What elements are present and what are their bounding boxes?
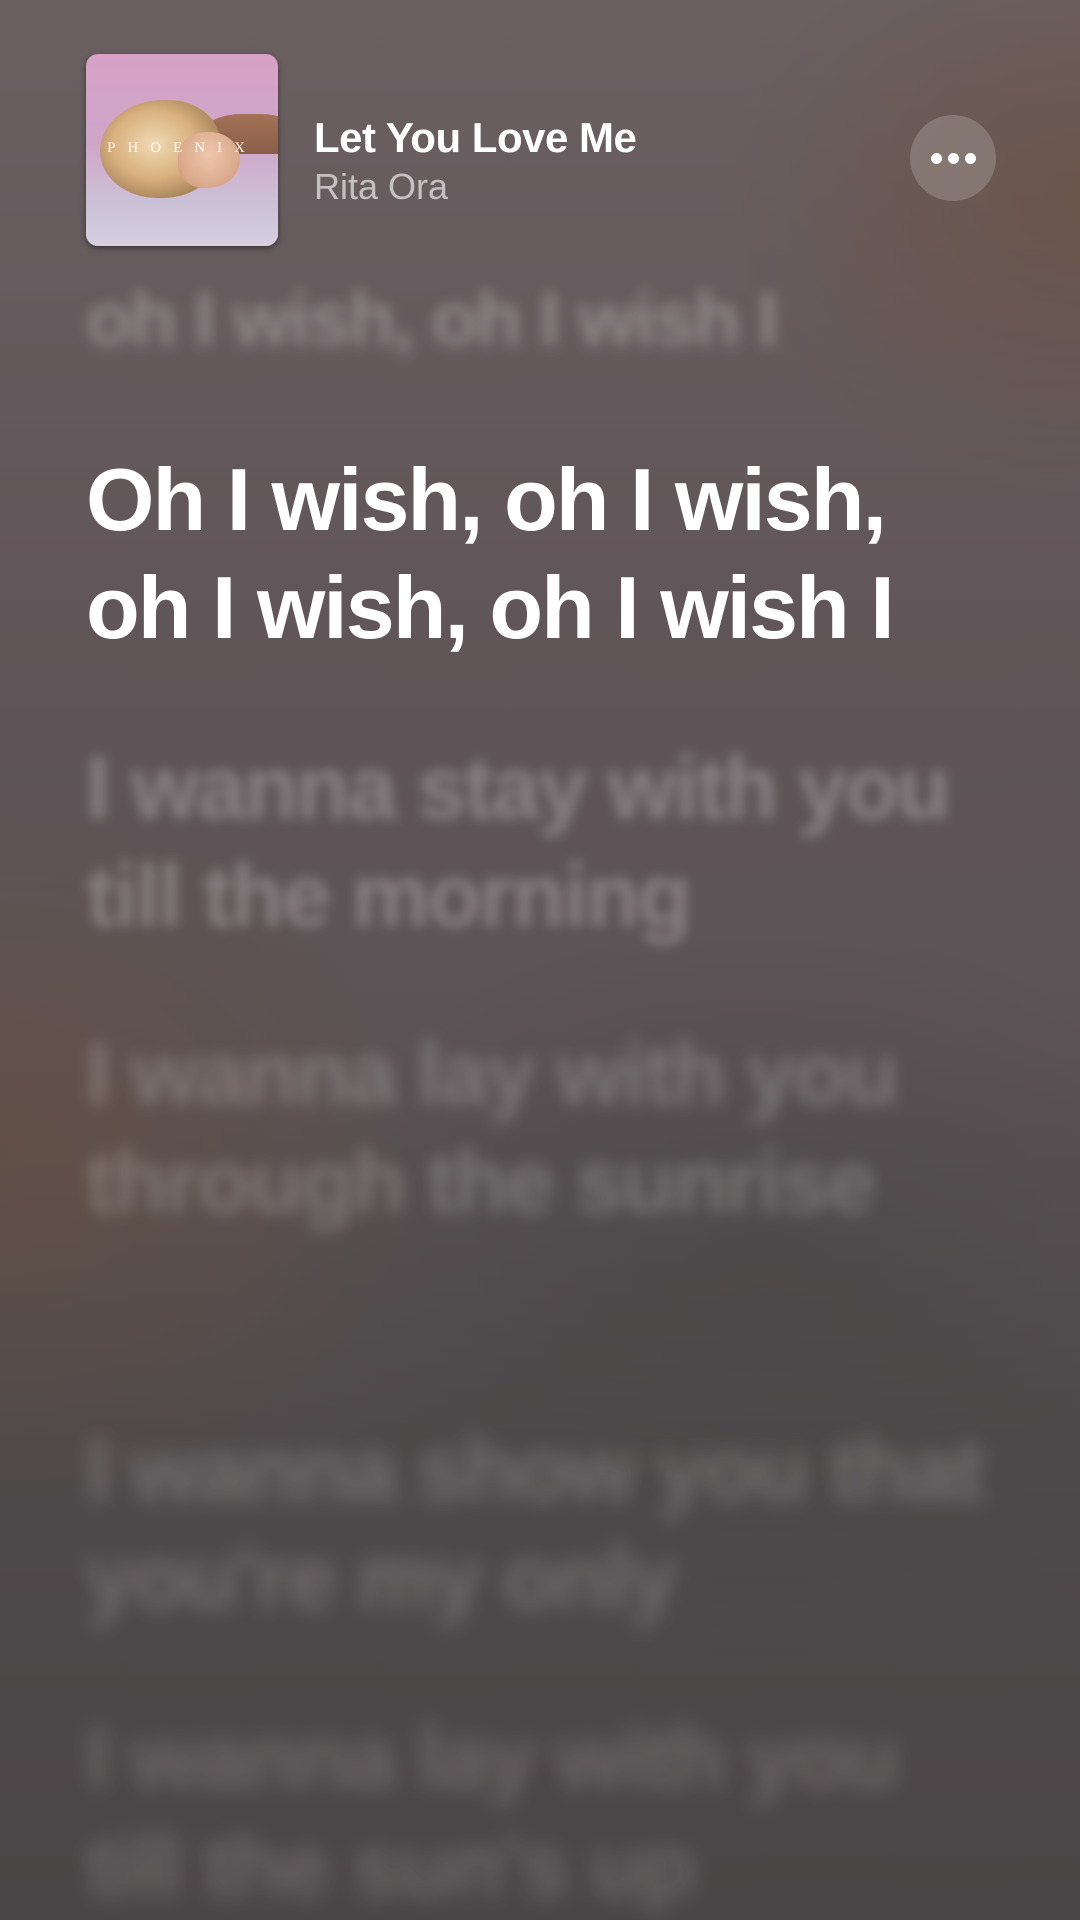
ellipsis-dot [930,152,942,164]
song-title[interactable]: Let You Love Me [314,114,637,162]
ellipsis-dot [964,152,976,164]
ellipsis-icon [930,152,976,164]
lyric-line-upcoming[interactable]: I wanna lay with you through the sunrise [86,1020,1006,1236]
now-playing-header: PHOENIX Let You Love Me Rita Ora [86,54,996,248]
lyric-line-current[interactable]: Oh I wish, oh I wish, oh I wish, oh I wi… [86,446,1006,662]
lyric-line-upcoming[interactable]: I wanna show you that you're my only [86,1416,1006,1632]
artist-name[interactable]: Rita Ora [314,166,448,208]
ellipsis-dot [947,152,959,164]
lyric-line-upcoming[interactable]: I wanna lay with you till the sun's up [86,1704,1006,1920]
more-options-button[interactable] [910,115,996,201]
album-art-title: PHOENIX [107,140,257,156]
lyric-line-previous[interactable]: oh I wish, oh I wish I [86,270,1006,370]
album-art-floor [86,200,278,246]
album-artwork[interactable]: PHOENIX [86,54,278,246]
lyric-line-upcoming[interactable]: I wanna stay with you till the morning [86,734,1006,950]
